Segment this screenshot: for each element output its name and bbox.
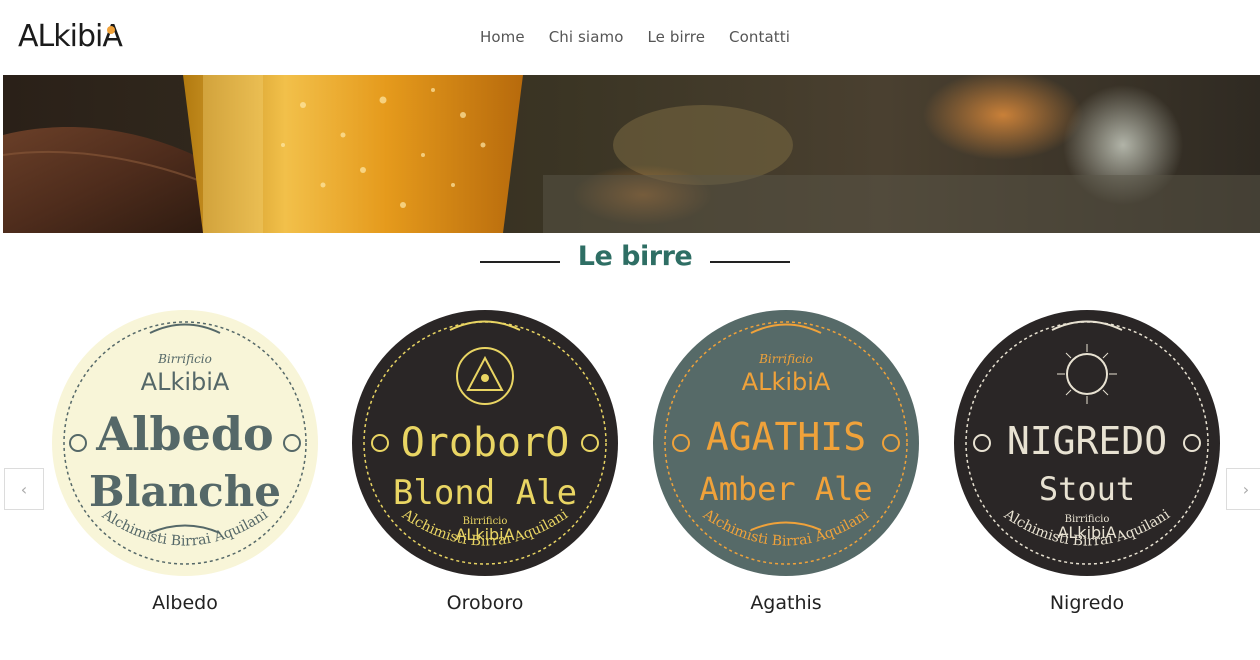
chevron-right-icon: › — [1242, 479, 1250, 499]
svg-text:ALkibiA: ALkibiA — [18, 19, 123, 54]
svg-text:OroborO: OroborO — [401, 420, 570, 466]
section-title: Le birre — [577, 241, 693, 272]
beer-name[interactable]: Agathis — [651, 592, 921, 614]
beer-card[interactable]: Birrificio ALkibiA AGATHIS Amber Ale Alc… — [651, 308, 921, 628]
carousel-next-button[interactable]: › — [1226, 468, 1260, 510]
coaster-albedo[interactable]: Birrificio ALkibiA Albedo Blanche Alchim… — [50, 308, 320, 578]
svg-text:Amber Ale: Amber Ale — [699, 470, 872, 508]
title-divider-left — [480, 261, 560, 263]
nav-contatti[interactable]: Contatti — [729, 26, 790, 48]
coaster-nigredo[interactable]: NIGREDO Stout Birrificio ALkibiA Alchimi… — [952, 308, 1222, 578]
svg-text:AGATHIS: AGATHIS — [706, 415, 866, 459]
beer-name[interactable]: Oroboro — [350, 592, 620, 614]
svg-text:Albedo: Albedo — [95, 407, 273, 461]
svg-text:Blond Ale: Blond Ale — [393, 473, 577, 513]
title-divider-right — [710, 261, 790, 263]
chevron-left-icon: ‹ — [20, 479, 28, 499]
beer-name[interactable]: Nigredo — [952, 592, 1222, 614]
beer-card[interactable]: OroborO Blond Ale Birrificio ALkibiA Alc… — [350, 308, 620, 628]
svg-text:Stout: Stout — [1039, 470, 1135, 508]
beer-name[interactable]: Albedo — [50, 592, 320, 614]
coaster-agathis[interactable]: Birrificio ALkibiA AGATHIS Amber Ale Alc… — [651, 308, 921, 578]
section-header: Le birre — [0, 236, 1260, 284]
main-nav: Home Chi siamo Le birre Contatti — [480, 26, 814, 48]
svg-text:ALkibiA: ALkibiA — [141, 368, 230, 396]
nav-home[interactable]: Home — [480, 26, 525, 48]
svg-text:Birrificio: Birrificio — [758, 352, 813, 366]
beer-card[interactable]: NIGREDO Stout Birrificio ALkibiA Alchimi… — [952, 308, 1222, 628]
svg-text:NIGREDO: NIGREDO — [1007, 419, 1167, 463]
svg-text:ALkibiA: ALkibiA — [742, 368, 831, 396]
carousel-prev-button[interactable]: ‹ — [4, 468, 44, 510]
nav-chi-siamo[interactable]: Chi siamo — [549, 26, 624, 48]
coaster-oroboro[interactable]: OroborO Blond Ale Birrificio ALkibiA Alc… — [350, 308, 620, 578]
brand-logo[interactable]: ALkibiA — [16, 12, 126, 56]
hero-image — [3, 75, 1260, 233]
beer-carousel: ‹ Birrificio ALkibiA Albedo Blanche Alch… — [0, 300, 1260, 640]
nav-le-birre[interactable]: Le birre — [647, 26, 705, 48]
site-header: ALkibiA Home Chi siamo Le birre Contatti — [0, 0, 1260, 75]
svg-text:Blanche: Blanche — [89, 467, 281, 516]
svg-text:Birrificio: Birrificio — [157, 352, 212, 366]
beer-card[interactable]: Birrificio ALkibiA Albedo Blanche Alchim… — [50, 308, 320, 628]
